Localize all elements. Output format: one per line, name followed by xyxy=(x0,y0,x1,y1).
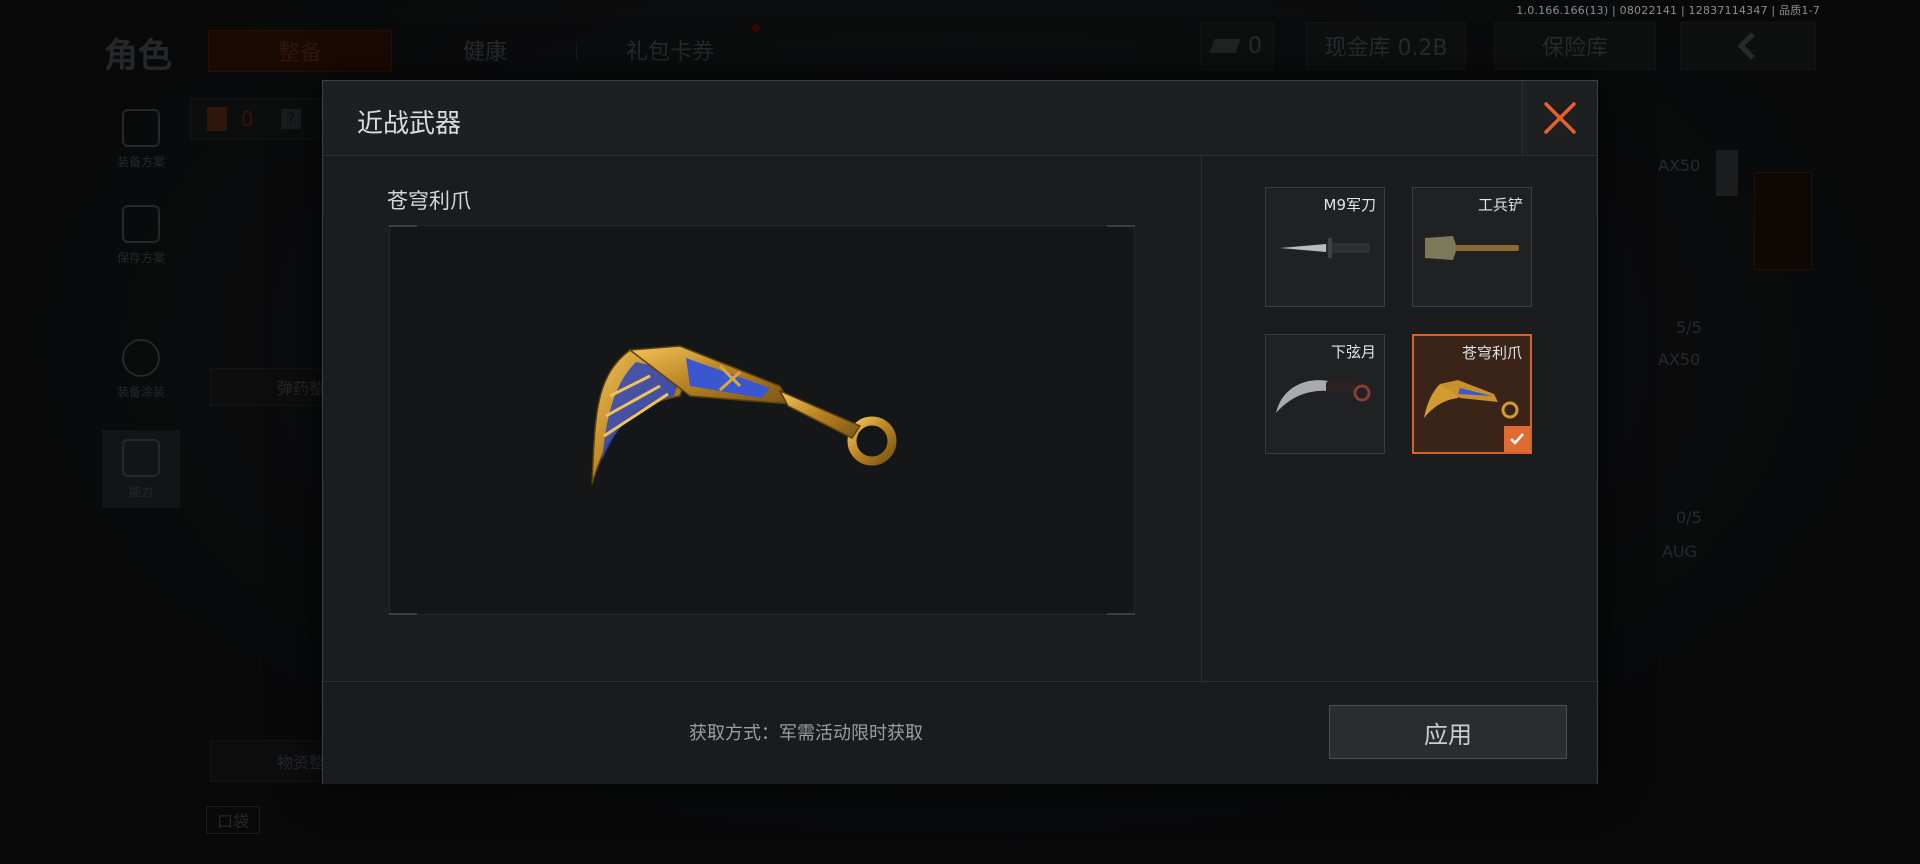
item-card-sky-claw[interactable]: 苍穹利爪 xyxy=(1412,334,1532,454)
preview-corner xyxy=(1107,225,1135,227)
karambit-icon xyxy=(1276,380,1371,413)
shovel-icon xyxy=(1425,236,1519,260)
dialog-title: 近战武器 xyxy=(357,109,462,139)
check-icon xyxy=(1510,433,1524,445)
preview-corner xyxy=(389,225,417,227)
acquire-method-text: 获取方式：军需活动限时获取 xyxy=(689,723,923,744)
preview-corner xyxy=(1107,613,1135,615)
selected-item-name: 苍穹利爪 xyxy=(387,189,471,213)
dialog-header: 近战武器 xyxy=(323,81,1597,156)
preview-corner xyxy=(389,613,417,615)
apply-button[interactable]: 应用 xyxy=(1329,705,1567,759)
weapon-preview[interactable] xyxy=(389,225,1135,615)
item-card-shovel[interactable]: 工兵铲 xyxy=(1412,187,1532,307)
selected-check-badge xyxy=(1504,426,1530,452)
close-button[interactable] xyxy=(1522,81,1597,155)
karambit-gold-icon xyxy=(591,345,897,485)
bayonet-icon xyxy=(1280,238,1370,258)
close-icon xyxy=(1544,102,1576,134)
melee-weapon-dialog: 近战武器 苍穹利爪 M9军刀 工兵铲 下弦月 苍穹利爪 获取方式：军需活动限时获… xyxy=(322,80,1598,784)
item-card-m9[interactable]: M9军刀 xyxy=(1265,187,1385,307)
item-card-crescent[interactable]: 下弦月 xyxy=(1265,334,1385,454)
